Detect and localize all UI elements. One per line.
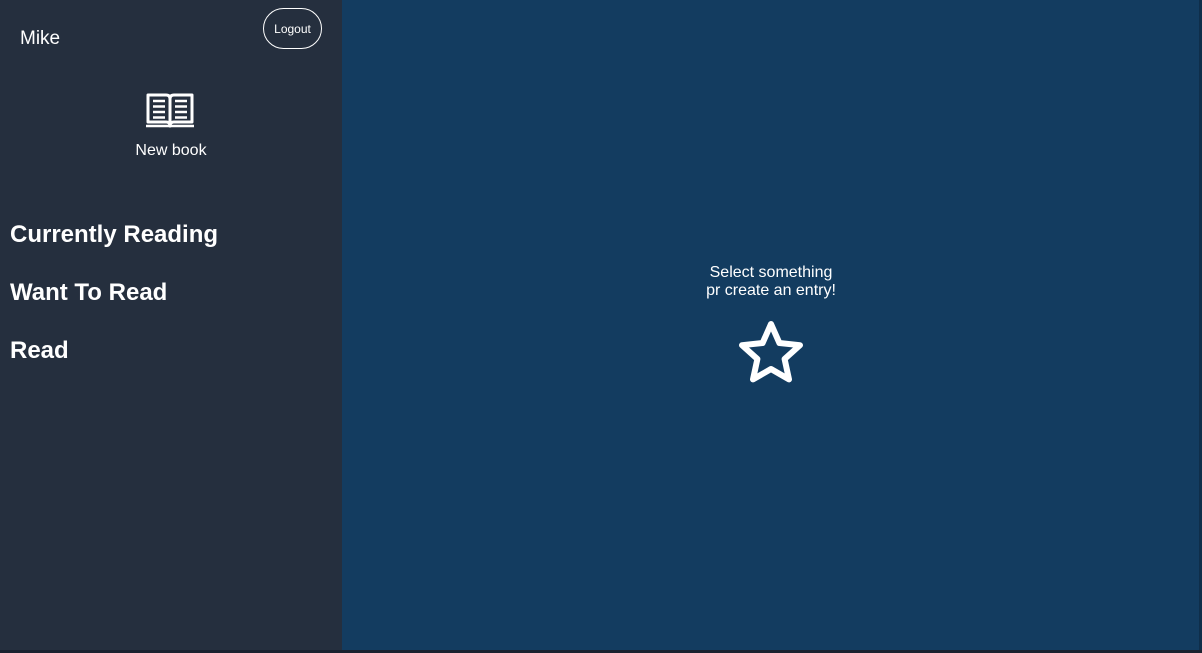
empty-state: Select something pr create an entry! <box>620 264 922 386</box>
app-window: Mike Logout New book Currently Reading W… <box>0 0 1202 653</box>
nav-read[interactable]: Read <box>10 337 69 365</box>
book-open-icon <box>146 93 194 128</box>
sidebar: Mike Logout New book Currently Reading W… <box>0 0 342 653</box>
nav-want-to-read[interactable]: Want To Read <box>10 279 167 307</box>
new-book-label: New book <box>135 142 207 159</box>
new-book-button[interactable]: New book <box>111 90 231 165</box>
empty-state-line-1: Select something <box>709 264 833 281</box>
empty-state-line-2: pr create an entry! <box>706 282 836 299</box>
star-icon <box>739 321 803 383</box>
nav-currently-reading[interactable]: Currently Reading <box>10 221 218 249</box>
logout-button[interactable]: Logout <box>263 8 322 49</box>
empty-state-message: Select something pr create an entry! <box>620 264 922 300</box>
username: Mike <box>20 28 61 49</box>
